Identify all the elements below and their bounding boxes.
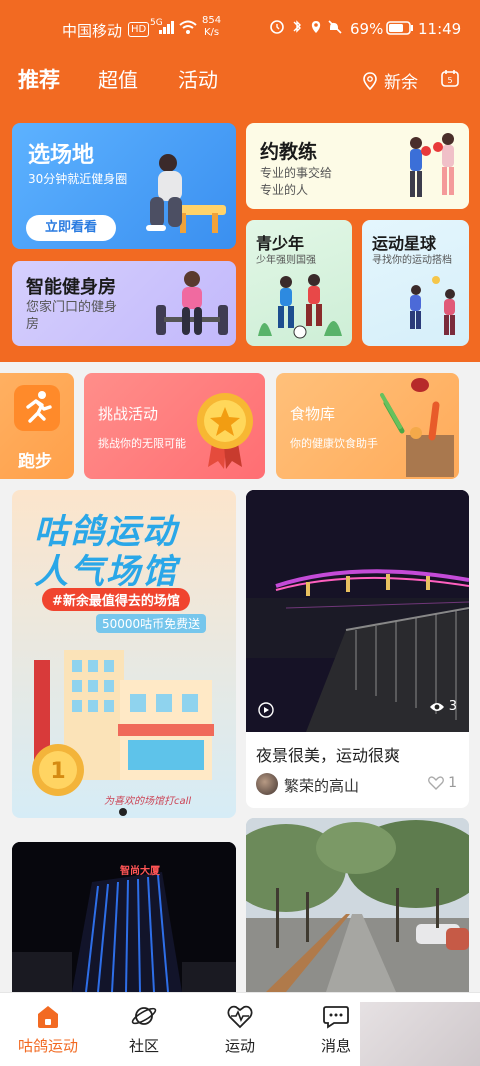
carrier-label: 中国移动 (62, 22, 123, 40)
challenge-subtitle: 挑战你的无限可能 (98, 437, 186, 450)
video-play-icon[interactable] (258, 702, 274, 722)
location-selector[interactable]: 新余 (362, 68, 418, 93)
venue-subtitle: 30分钟就近健身圈 (28, 172, 128, 186)
calendar-icon[interactable]: 5 (440, 68, 460, 92)
speed-unit: K/s (203, 27, 220, 38)
wifi-icon (178, 19, 198, 39)
running-title: 跑步 (18, 452, 52, 472)
challenge-title: 挑战活动 (98, 405, 159, 423)
boxing-illustration (410, 133, 454, 197)
view-count-value: 3 (448, 699, 457, 714)
grocery-bag-icon (380, 378, 454, 477)
smart-gym-card[interactable]: 智能健身房 您家门口的健身房 (12, 261, 236, 346)
corner-overlay (360, 1002, 480, 1066)
status-icons (270, 19, 346, 39)
running-card[interactable]: 跑步 (0, 373, 74, 479)
nav-community[interactable]: 社区 (104, 1003, 184, 1056)
svg-text:1: 1 (50, 759, 65, 784)
location-label: 新余 (384, 73, 418, 93)
planet-icon (131, 1007, 157, 1025)
venue-title: 选场地 (28, 143, 95, 168)
sports-planet-title: 运动星球 (372, 234, 437, 253)
tab-value[interactable]: 超值 (98, 64, 138, 93)
nav-messages-label: 消息 (320, 1037, 351, 1055)
chat-icon (323, 1006, 349, 1029)
coach-title: 约教练 (260, 141, 318, 163)
svg-text:5: 5 (447, 76, 452, 85)
hd-badge: HD (128, 22, 150, 37)
venue-card[interactable]: 选场地 30分钟就近健身圈 立即看看 (12, 123, 236, 249)
volleyball-illustration (410, 276, 455, 335)
top-navigation: 推荐 超值 活动 新余 5 (0, 56, 480, 100)
food-library-card[interactable]: 食物库 你的健康饮食助手 (276, 373, 459, 479)
nav-home[interactable]: 咕鸽运动 (8, 1003, 88, 1056)
home-icon (38, 1006, 58, 1028)
youth-card[interactable]: 青少年 少年强则国强 (246, 220, 352, 346)
nav-sport-label: 运动 (224, 1037, 255, 1055)
food-library-subtitle: 你的健康饮食助手 (290, 437, 378, 450)
youth-subtitle: 少年强则国强 (256, 255, 316, 266)
coach-card[interactable]: 约教练 专业的事交给 专业的人 (246, 123, 469, 209)
coach-subtitle-line1: 专业的事交给 (260, 166, 333, 180)
banner-tag: #新余最值得去的场馆 (42, 588, 190, 611)
running-icon (14, 385, 60, 431)
view-now-button[interactable]: 立即看看 (26, 215, 116, 241)
signal-icon (158, 20, 176, 38)
heart-rate-icon (227, 1005, 253, 1029)
author-name[interactable]: 繁荣的高山 (284, 775, 359, 796)
challenge-card[interactable]: 挑战活动 挑战你的无限可能 (84, 373, 265, 479)
network-speed: 854 K/s (202, 15, 221, 39)
coach-subtitle-line2: 专业的人 (260, 183, 309, 197)
coach-subtitle: 专业的事交给 专业的人 (260, 165, 332, 199)
nav-sport[interactable]: 运动 (200, 1003, 280, 1056)
nav-community-label: 社区 (128, 1037, 159, 1055)
venue-building-illustration: 1 (32, 650, 214, 796)
post-photo[interactable] (246, 490, 469, 732)
banner-title-line2: 人气场馆 (34, 552, 178, 592)
building-night-photo[interactable]: 智尚大厦 (12, 842, 236, 992)
status-bar: 中国移动 HD 5G 854 K/s 69% 11:49 (0, 0, 480, 56)
view-count: 3 (429, 699, 457, 714)
sports-planet-card[interactable]: 运动星球 寻找你的运动搭档 (362, 220, 469, 346)
like-button[interactable]: 1 (428, 775, 457, 791)
speed-value: 854 (202, 15, 222, 26)
smart-gym-subtitle: 您家门口的健身房 (26, 300, 118, 332)
clock: 11:49 (418, 20, 462, 38)
nav-home-label: 咕鸽运动 (17, 1037, 78, 1055)
banner-reward: 50000咕币免费送 (96, 614, 207, 633)
tree-road-photo[interactable] (246, 818, 469, 992)
weightlifter-illustration (156, 271, 228, 335)
author-avatar[interactable] (256, 773, 278, 795)
banner-footer: 为喜欢的场馆打call (104, 796, 192, 807)
soccer-illustration (258, 274, 342, 339)
fitness-person-illustration (146, 154, 226, 233)
tab-activity[interactable]: 活动 (178, 64, 218, 93)
food-library-title: 食物库 (290, 405, 336, 423)
like-count: 1 (448, 775, 457, 791)
sports-planet-subtitle: 寻找你的运动搭档 (372, 255, 452, 266)
carousel-indicator (119, 808, 127, 816)
popular-venue-banner[interactable]: 咕鸽运动 人气场馆 #新余最值得去的场馆 50000咕币免费送 1 为喜欢的场馆… (12, 490, 236, 818)
heart-icon (428, 776, 444, 790)
eye-icon (429, 702, 444, 711)
battery-icon (386, 21, 414, 39)
feed-post-card[interactable]: 3 夜景很美，运动很爽 繁荣的高山 1 (246, 490, 469, 808)
post-caption: 夜景很美，运动很爽 (256, 746, 401, 765)
battery-percent: 69% (350, 20, 384, 38)
smart-gym-title: 智能健身房 (26, 277, 116, 298)
location-pin-icon (363, 71, 377, 90)
youth-title: 青少年 (256, 234, 305, 253)
building-sign: 智尚大厦 (120, 866, 160, 877)
medal-star-icon (197, 393, 253, 469)
tab-recommend[interactable]: 推荐 (18, 64, 60, 94)
